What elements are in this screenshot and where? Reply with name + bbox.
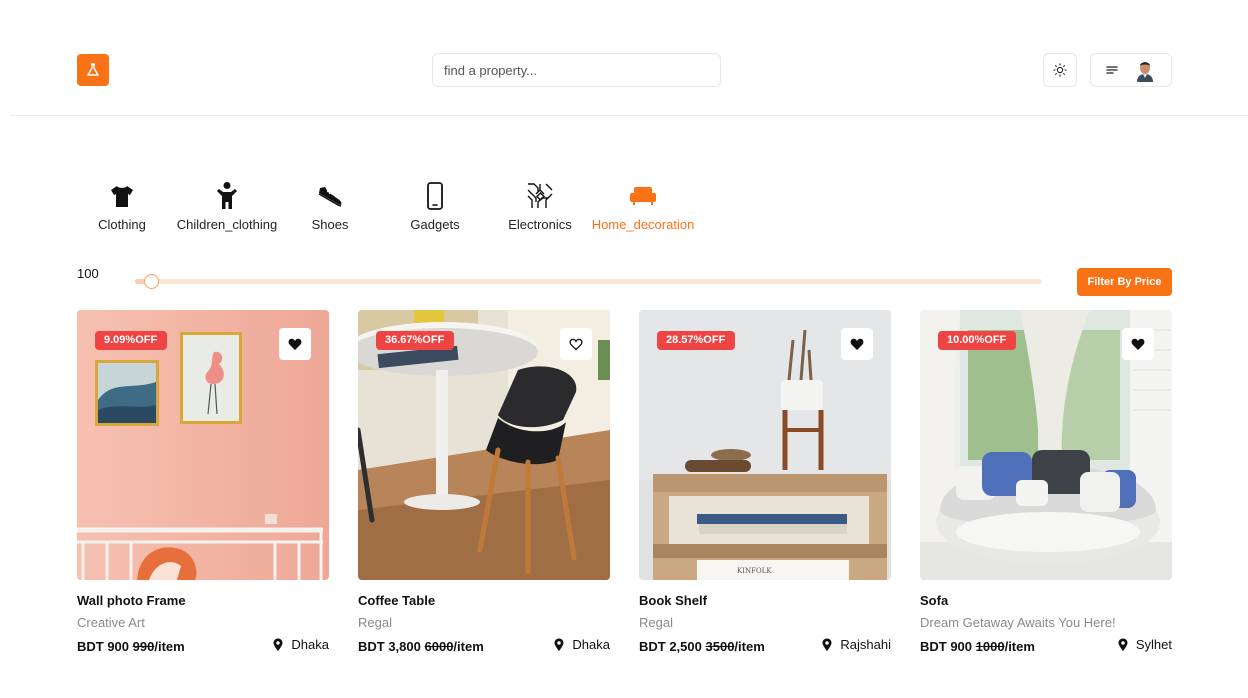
product-title[interactable]: Book Shelf <box>639 593 707 608</box>
product-location: Sylhet <box>1118 637 1172 652</box>
product-subtitle: Regal <box>358 615 392 630</box>
category-label: Children_clothing <box>176 217 278 232</box>
heart-filled-icon <box>288 338 302 350</box>
product-price: BDT 3,800 6000/item <box>358 639 484 654</box>
discount-badge: 36.67%OFF <box>376 331 455 350</box>
location-pin-icon <box>554 638 564 651</box>
tshirt-icon <box>111 186 133 207</box>
discount-badge: 28.57%OFF <box>657 331 736 350</box>
shoe-icon <box>318 187 342 207</box>
product-location: Dhaka <box>554 637 610 652</box>
location-pin-icon <box>273 638 283 651</box>
product-image[interactable]: KINFOLK 28.57%OFF <box>639 310 891 580</box>
header-divider <box>10 115 1248 116</box>
product-price: BDT 900 1000/item <box>920 639 1035 654</box>
heart-outline-icon <box>569 338 583 351</box>
category-electronics[interactable]: Electronics <box>504 180 576 236</box>
old-price: 3500 <box>705 639 735 654</box>
price-slider[interactable] <box>135 274 1042 289</box>
filter-by-price-button[interactable]: Filter By Price <box>1077 268 1172 296</box>
discount-badge: 9.09%OFF <box>95 331 168 350</box>
product-image[interactable]: 10.00%OFF <box>920 310 1172 580</box>
category-clothing[interactable]: Clothing <box>94 180 150 236</box>
category-label: Electronics <box>508 217 572 232</box>
category-shoes[interactable]: Shoes <box>305 180 355 236</box>
category-label: Home_decoration <box>591 217 695 232</box>
menu-icon <box>1106 66 1118 74</box>
search-input[interactable] <box>432 53 721 87</box>
sofa-icon <box>630 187 656 205</box>
old-price: 1000 <box>975 639 1005 654</box>
category-bar: Clothing Children_clothing Shoes Gadgets… <box>0 180 1248 240</box>
category-home-decoration[interactable]: Home_decoration <box>589 180 697 236</box>
product-image[interactable]: 36.67%OFF <box>358 310 610 580</box>
avatar <box>1135 58 1155 82</box>
product-title[interactable]: Wall photo Frame <box>77 593 186 608</box>
product-image[interactable]: 9.09%OFF <box>77 310 329 580</box>
user-menu-button[interactable] <box>1090 53 1172 87</box>
favorite-button[interactable] <box>1122 328 1154 360</box>
top-header <box>0 0 1248 116</box>
product-location: Rajshahi <box>822 637 891 652</box>
product-card[interactable]: 36.67%OFF Coffee Table Regal BDT 3,800 6… <box>358 310 610 660</box>
product-card[interactable]: 10.00%OFF Sofa Dream Getaway Awaits You … <box>920 310 1172 660</box>
category-gadgets[interactable]: Gadgets <box>405 180 465 236</box>
product-title[interactable]: Coffee Table <box>358 593 435 608</box>
heart-filled-icon <box>1131 338 1145 350</box>
circuit-icon <box>527 183 553 208</box>
product-location: Dhaka <box>273 637 329 652</box>
product-title[interactable]: Sofa <box>920 593 948 608</box>
product-card[interactable]: KINFOLK 28.57%OFF Book Shelf Regal BDT 2… <box>639 310 891 660</box>
child-icon <box>217 182 237 209</box>
discount-badge: 10.00%OFF <box>938 331 1017 350</box>
heart-filled-icon <box>850 338 864 350</box>
product-price: BDT 2,500 3500/item <box>639 639 765 654</box>
old-price: 990 <box>132 639 155 654</box>
product-subtitle: Regal <box>639 615 673 630</box>
product-subtitle: Dream Getaway Awaits You Here! <box>920 615 1116 630</box>
product-card[interactable]: 9.09%OFF Wall photo Frame Creative Art B… <box>77 310 329 660</box>
phone-icon <box>427 182 443 210</box>
category-children-clothing[interactable]: Children_clothing <box>172 180 282 236</box>
old-price: 6000 <box>424 639 454 654</box>
location-pin-icon <box>822 638 832 651</box>
location-pin-icon <box>1118 638 1128 651</box>
theme-toggle-button[interactable] <box>1043 53 1077 87</box>
category-label: Clothing <box>98 217 146 232</box>
product-subtitle: Creative Art <box>77 615 145 630</box>
category-label: Shoes <box>311 217 349 232</box>
product-price: BDT 900 990/item <box>77 639 185 654</box>
price-value: 100 <box>77 266 99 281</box>
favorite-button[interactable] <box>279 328 311 360</box>
svg-text:KINFOLK: KINFOLK <box>737 567 772 575</box>
price-slider-thumb[interactable] <box>143 274 159 289</box>
category-label: Gadgets <box>410 217 460 232</box>
logo[interactable] <box>77 54 109 86</box>
favorite-button[interactable] <box>560 328 592 360</box>
favorite-button[interactable] <box>841 328 873 360</box>
sun-icon <box>1053 63 1067 77</box>
flask-icon <box>87 63 99 76</box>
